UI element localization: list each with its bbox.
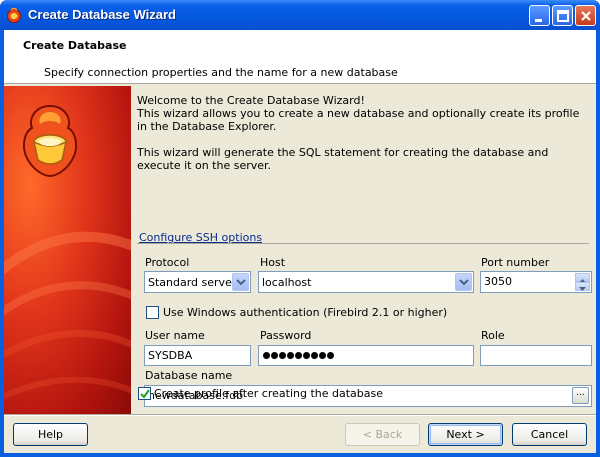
database-name-label: Database name bbox=[145, 369, 233, 382]
password-input[interactable] bbox=[258, 345, 474, 366]
minimize-button[interactable] bbox=[529, 5, 550, 26]
port-label: Port number bbox=[481, 256, 550, 269]
create-profile-checkbox[interactable] bbox=[138, 387, 151, 400]
close-icon bbox=[581, 11, 591, 21]
section-divider bbox=[137, 243, 589, 244]
browse-database-button[interactable]: ... bbox=[572, 387, 589, 404]
firebird-app-icon bbox=[7, 7, 21, 23]
page-subtitle: Specify connection properties and the na… bbox=[44, 66, 398, 79]
port-increment-button[interactable] bbox=[575, 273, 590, 283]
next-button-label: Next > bbox=[446, 428, 485, 441]
maximize-button[interactable] bbox=[552, 5, 573, 26]
create-profile-label[interactable]: Create profile after creating the databa… bbox=[154, 387, 383, 400]
port-value: 3050 bbox=[484, 275, 512, 288]
protocol-value: Standard server bbox=[148, 276, 237, 289]
next-button[interactable]: Next > bbox=[428, 423, 503, 446]
host-label: Host bbox=[260, 256, 286, 269]
chevron-down-icon bbox=[236, 279, 246, 286]
checkmark-icon bbox=[140, 389, 150, 399]
port-spinner[interactable]: 3050 bbox=[480, 271, 592, 293]
wizard-content: Welcome to the Create Database Wizard! T… bbox=[131, 86, 596, 414]
wizard-window: Create Database Wizard Create Database S… bbox=[0, 0, 600, 457]
cancel-button[interactable]: Cancel bbox=[512, 423, 587, 446]
chevron-down-icon bbox=[459, 279, 469, 286]
intro-text: Welcome to the Create Database Wizard! T… bbox=[137, 94, 582, 185]
protocol-select[interactable]: Standard server bbox=[144, 271, 251, 293]
windows-auth-checkbox[interactable] bbox=[146, 306, 159, 319]
user-name-input[interactable]: SYSDBA bbox=[144, 345, 251, 366]
title-bar[interactable]: Create Database Wizard bbox=[0, 0, 600, 30]
caret-down-icon bbox=[579, 287, 586, 291]
firebird-logo-icon bbox=[23, 104, 77, 178]
protocol-label: Protocol bbox=[145, 256, 190, 269]
window-title: Create Database Wizard bbox=[28, 7, 176, 22]
password-label: Password bbox=[260, 329, 312, 342]
password-mask bbox=[263, 349, 335, 362]
role-label: Role bbox=[481, 329, 505, 342]
wizard-header: Create Database Specify connection prope… bbox=[4, 30, 596, 84]
wizard-client-area: Create Database Specify connection prope… bbox=[4, 30, 596, 453]
user-name-value: SYSDBA bbox=[148, 349, 193, 362]
wizard-banner bbox=[4, 86, 131, 414]
back-button-label: < Back bbox=[362, 428, 403, 441]
port-decrement-button[interactable] bbox=[575, 282, 590, 291]
help-button-label: Help bbox=[37, 428, 64, 441]
close-button[interactable] bbox=[575, 5, 596, 26]
intro-welcome: Welcome to the Create Database Wizard! bbox=[137, 94, 365, 107]
host-dropdown-button[interactable] bbox=[455, 273, 472, 291]
host-select[interactable]: localhost bbox=[258, 271, 474, 293]
windows-auth-label[interactable]: Use Windows authentication (Firebird 2.1… bbox=[163, 306, 447, 319]
minimize-icon bbox=[535, 19, 542, 22]
user-name-label: User name bbox=[145, 329, 205, 342]
maximize-icon bbox=[557, 10, 569, 22]
back-button[interactable]: < Back bbox=[345, 423, 420, 446]
footer-divider bbox=[4, 414, 596, 416]
role-input[interactable] bbox=[480, 345, 592, 366]
page-title: Create Database bbox=[23, 39, 127, 52]
help-button[interactable]: Help bbox=[13, 423, 88, 446]
protocol-dropdown-button[interactable] bbox=[232, 273, 249, 291]
cancel-button-label: Cancel bbox=[530, 428, 569, 441]
intro-sql-note: This wizard will generate the SQL statem… bbox=[137, 146, 549, 172]
intro-description: This wizard allows you to create a new d… bbox=[137, 107, 580, 133]
host-value: localhost bbox=[262, 276, 312, 289]
